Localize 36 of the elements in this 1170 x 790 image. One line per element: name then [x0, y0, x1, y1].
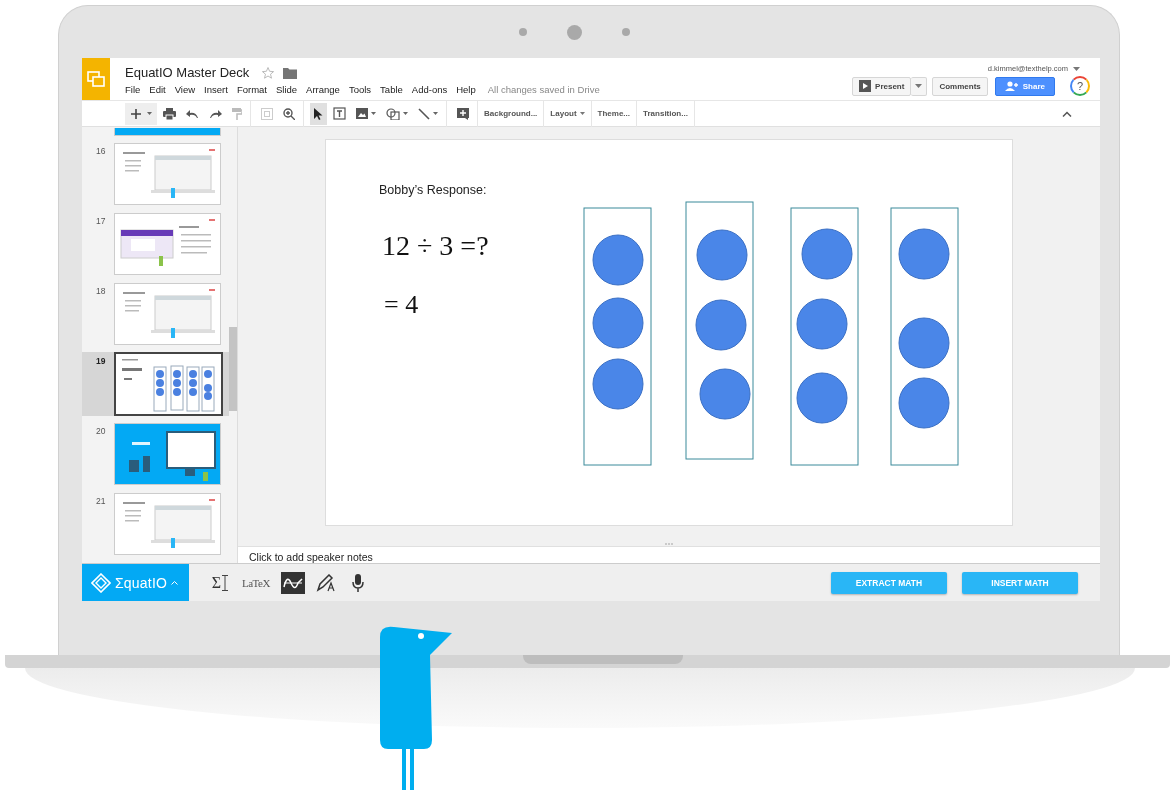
toolbar-menu-label: Layout	[550, 109, 577, 118]
latex-button[interactable]: LaTeX	[240, 571, 272, 594]
menu-item[interactable]: Help	[456, 84, 476, 95]
menu-item[interactable]: Arrange	[306, 84, 340, 95]
toolbar-menu[interactable]: Transition...	[641, 102, 690, 125]
toolbar-menu[interactable]: Layout	[548, 102, 587, 125]
equation-answer: = 4	[384, 290, 419, 320]
toolbar-menu-label: Background...	[484, 109, 538, 118]
menu-item[interactable]: Edit	[149, 84, 166, 95]
toolbar-menu-label: Transition...	[643, 109, 688, 118]
document-title[interactable]: EquatIO Master Deck	[125, 65, 250, 80]
save-status: All changes saved in Drive	[487, 84, 600, 95]
menu-item[interactable]: File	[125, 84, 141, 95]
menu-item[interactable]: Tools	[348, 84, 372, 95]
slide-number: 19	[95, 356, 107, 366]
slide-number: 16	[95, 146, 107, 156]
equation: 12 ÷ 3 =?	[382, 230, 489, 262]
menu-item[interactable]: Format	[236, 84, 267, 95]
menu-item[interactable]: View	[174, 84, 196, 95]
slide-number: 20	[95, 426, 107, 436]
math-editor-button[interactable]: Σ	[209, 571, 231, 594]
comments-button[interactable]: Comments	[932, 76, 988, 96]
present-button[interactable]: Present	[852, 76, 912, 96]
slide-heading: Bobby’s Response:	[379, 183, 487, 197]
slide-number: 18	[95, 286, 107, 296]
slide-number: 21	[95, 496, 107, 506]
menu-item[interactable]: Add-ons	[411, 84, 448, 95]
menu-item[interactable]: Table	[380, 84, 403, 95]
toolbar-menu[interactable]: Theme...	[595, 102, 633, 125]
speaker-notes-field[interactable]: Click to add speaker notes	[249, 551, 373, 563]
help-button[interactable]: ?	[1070, 76, 1090, 96]
toolbar-menu-label: Theme...	[597, 109, 631, 118]
toolbar-menu[interactable]: Background...	[482, 102, 540, 125]
menu-item[interactable]: Slide	[275, 84, 298, 95]
slide-number: 17	[95, 216, 107, 226]
menu-item[interactable]: Insert	[204, 84, 228, 95]
